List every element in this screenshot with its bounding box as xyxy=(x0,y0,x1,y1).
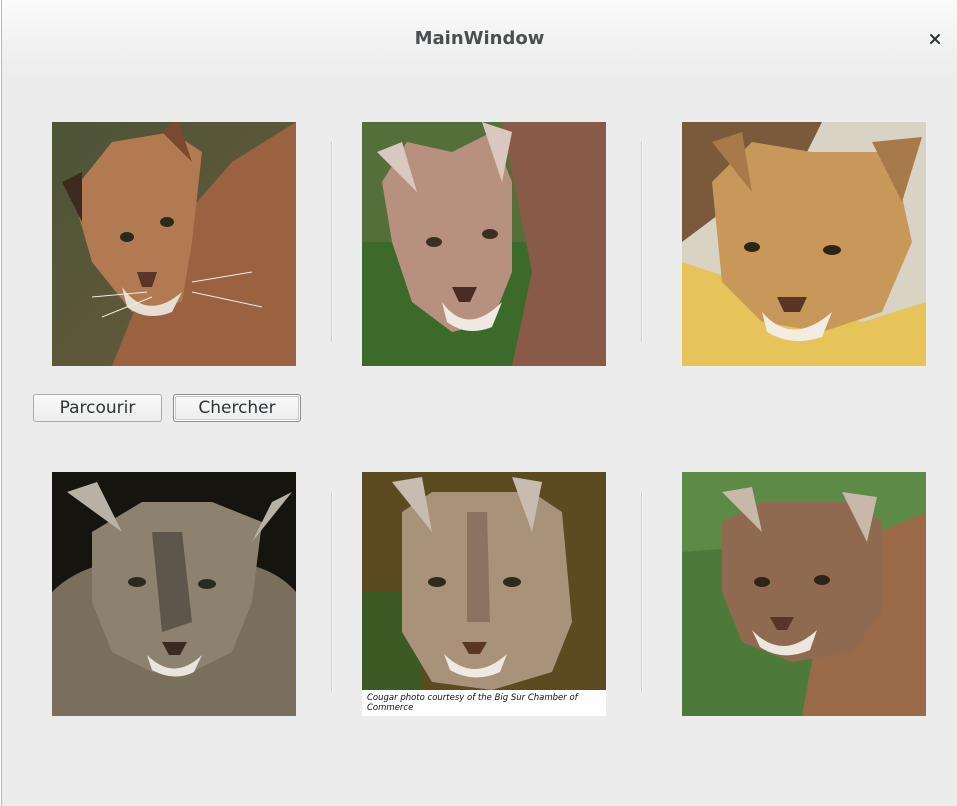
image-separator xyxy=(331,142,332,342)
result-image-4 xyxy=(52,472,296,716)
result-image-5: Cougar photo courtesy of the Big Sur Cha… xyxy=(362,472,606,716)
close-icon xyxy=(929,33,941,45)
photo-caption: Cougar photo courtesy of the Big Sur Cha… xyxy=(362,690,606,716)
window-title: MainWindow xyxy=(414,28,545,49)
main-window: MainWindow Parcourir Chercher Cougar pho… xyxy=(1,0,957,806)
browse-button[interactable]: Parcourir xyxy=(33,394,162,422)
close-button[interactable] xyxy=(925,29,945,49)
result-image-1 xyxy=(52,122,296,366)
title-bar[interactable]: MainWindow xyxy=(2,0,957,80)
search-button[interactable]: Chercher xyxy=(173,394,301,422)
image-separator xyxy=(641,492,642,692)
result-image-3 xyxy=(682,122,926,366)
result-image-6 xyxy=(682,472,926,716)
image-separator xyxy=(641,142,642,342)
result-image-2 xyxy=(362,122,606,366)
image-separator xyxy=(331,492,332,692)
